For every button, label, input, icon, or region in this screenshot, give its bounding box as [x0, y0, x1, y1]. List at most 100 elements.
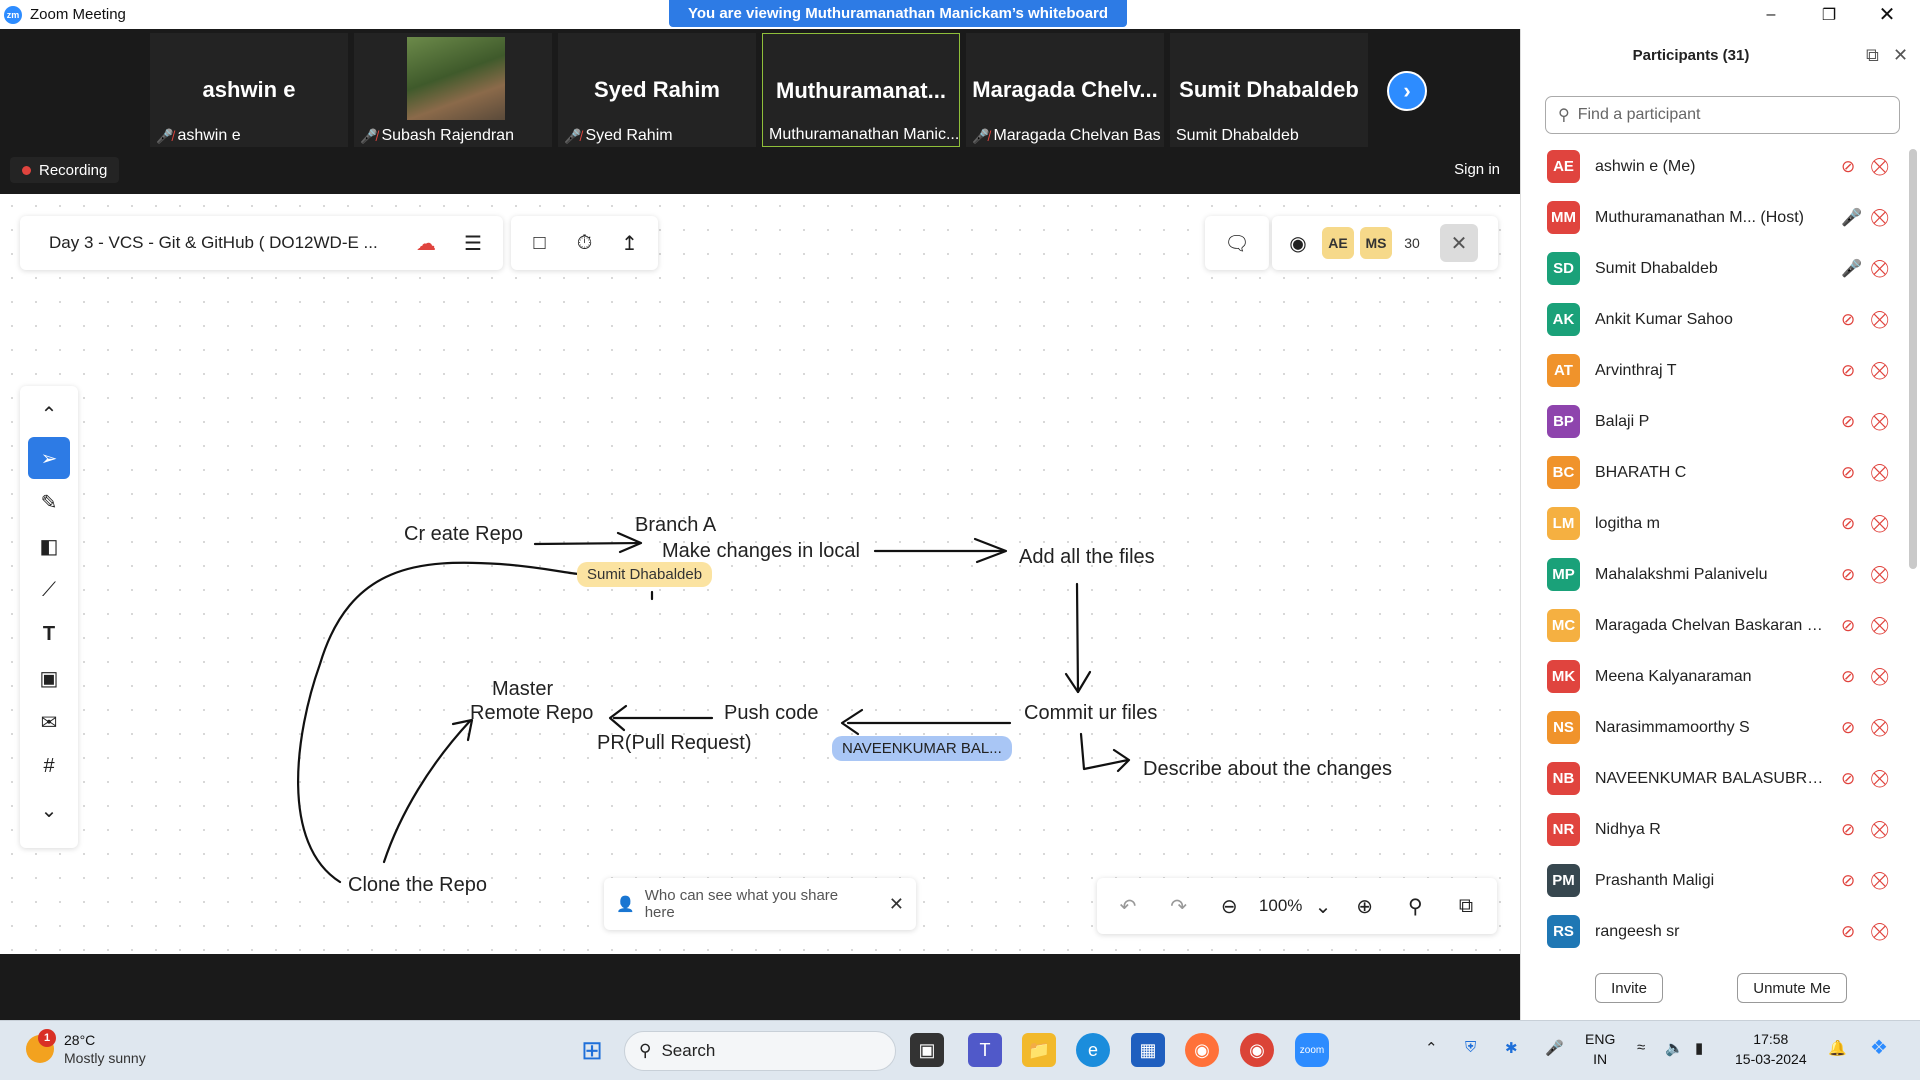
- laser-pointer-icon[interactable]: ↥: [609, 222, 651, 264]
- mic-muted-icon[interactable]: ⊘: [1841, 616, 1855, 636]
- video-off-icon[interactable]: ⛒: [1871, 820, 1888, 840]
- firefox-icon[interactable]: ◉: [1185, 1033, 1219, 1067]
- video-off-icon[interactable]: ⛒: [1871, 667, 1888, 687]
- video-tile[interactable]: 🎤̸ Subash Rajendran: [354, 33, 552, 147]
- sticky-note-icon[interactable]: ▣: [28, 657, 70, 699]
- mic-muted-icon[interactable]: ⊘: [1841, 463, 1855, 483]
- close-notice-icon[interactable]: ✕: [889, 894, 904, 915]
- bluetooth-icon[interactable]: ✱: [1505, 1039, 1518, 1057]
- participant-row[interactable]: MM Muthuramanathan M... (Host) 🎤 ⛒: [1521, 192, 1906, 243]
- video-off-icon[interactable]: ⛒: [1871, 259, 1888, 279]
- mic-muted-icon[interactable]: ⊘: [1841, 820, 1855, 840]
- timer-icon[interactable]: ⏱: [564, 222, 606, 264]
- mic-muted-icon[interactable]: ⊘: [1841, 412, 1855, 432]
- cloud-sync-off-icon[interactable]: ☁: [405, 222, 447, 264]
- close-whiteboard-icon[interactable]: ✕: [1440, 224, 1478, 262]
- participant-row[interactable]: PM Prashanth Maligi ⊘ ⛒: [1521, 855, 1906, 906]
- participant-row[interactable]: AT Arvinthraj T ⊘ ⛒: [1521, 345, 1906, 396]
- mic-muted-icon[interactable]: ⊘: [1841, 514, 1855, 534]
- whiteboard-canvas[interactable]: Cr eate Repo Branch A Make changes in lo…: [0, 194, 1520, 954]
- chevron-down-icon[interactable]: ⌄: [1311, 885, 1335, 927]
- video-off-icon[interactable]: ⛒: [1871, 718, 1888, 738]
- clock[interactable]: 17:58 15-03-2024: [1735, 1029, 1807, 1069]
- line-tool-icon[interactable]: ⟋: [28, 569, 70, 611]
- task-view-icon[interactable]: ▣: [910, 1033, 944, 1067]
- volume-icon[interactable]: 🔈: [1665, 1039, 1684, 1057]
- text-tool-icon[interactable]: T: [28, 613, 70, 655]
- video-tile[interactable]: Syed Rahim 🎤̸ Syed Rahim: [558, 33, 756, 147]
- pop-out-icon[interactable]: ⧉: [1866, 45, 1879, 66]
- zoom-app-icon[interactable]: zoom: [1295, 1033, 1329, 1067]
- frame-tool-icon[interactable]: #: [28, 745, 70, 787]
- battery-icon[interactable]: ▮: [1695, 1039, 1703, 1057]
- video-off-icon[interactable]: ⛒: [1871, 463, 1888, 483]
- restore-button[interactable]: ❐: [1800, 0, 1858, 29]
- language-indicator[interactable]: ENG IN: [1585, 1029, 1615, 1069]
- follow-view-icon[interactable]: ◉: [1280, 222, 1316, 264]
- participant-row[interactable]: RS rangeesh sr ⊘ ⛒: [1521, 906, 1906, 957]
- locate-icon[interactable]: ⚲: [1394, 885, 1436, 927]
- edge-icon[interactable]: e: [1076, 1033, 1110, 1067]
- video-off-icon[interactable]: ⛒: [1871, 157, 1888, 177]
- present-icon[interactable]: □: [519, 222, 561, 264]
- select-tool-icon[interactable]: ➢: [28, 437, 70, 479]
- pen-tool-icon[interactable]: ✎: [28, 481, 70, 523]
- collaborator-avatar[interactable]: AE: [1322, 227, 1354, 259]
- video-off-icon[interactable]: ⛒: [1871, 565, 1888, 585]
- copilot-icon[interactable]: ❖: [1870, 1035, 1888, 1060]
- collaborator-avatar[interactable]: MS: [1360, 227, 1392, 259]
- redo-icon[interactable]: ↷: [1158, 885, 1200, 927]
- mic-muted-icon[interactable]: ⊘: [1841, 565, 1855, 585]
- participant-row[interactable]: MP Mahalakshmi Palanivelu ⊘ ⛒: [1521, 549, 1906, 600]
- video-off-icon[interactable]: ⛒: [1871, 769, 1888, 789]
- scrollbar[interactable]: [1909, 149, 1917, 569]
- participant-search[interactable]: ⚲: [1545, 96, 1900, 134]
- mic-muted-icon[interactable]: ⊘: [1841, 718, 1855, 738]
- invite-button[interactable]: Invite: [1595, 973, 1663, 1003]
- mic-muted-icon[interactable]: ⊘: [1841, 157, 1855, 177]
- defender-icon[interactable]: ⛨: [1465, 1039, 1476, 1056]
- minimize-button[interactable]: –: [1742, 0, 1800, 29]
- mic-muted-icon[interactable]: ⊘: [1841, 310, 1855, 330]
- search-input[interactable]: [1577, 106, 1878, 124]
- document-title[interactable]: Day 3 - VCS - Git & GitHub ( DO12WD-E ..…: [49, 233, 378, 253]
- close-panel-icon[interactable]: ✕: [1893, 45, 1908, 66]
- participant-row[interactable]: BC BHARATH C ⊘ ⛒: [1521, 447, 1906, 498]
- unmute-me-button[interactable]: Unmute Me: [1737, 973, 1847, 1003]
- show-hidden-icons[interactable]: ⌃: [1425, 1039, 1438, 1057]
- video-off-icon[interactable]: ⛒: [1871, 208, 1888, 228]
- video-off-icon[interactable]: ⛒: [1871, 361, 1888, 381]
- mic-muted-icon[interactable]: ⊘: [1841, 922, 1855, 942]
- video-tile[interactable]: ashwin e 🎤̸ ashwin e: [150, 33, 348, 147]
- participant-row[interactable]: MK Meena Kalyanaraman ⊘ ⛒: [1521, 651, 1906, 702]
- next-page-arrow-icon[interactable]: ›: [1387, 71, 1427, 111]
- mic-icon[interactable]: 🎤: [1841, 208, 1862, 228]
- weather-widget[interactable]: 1 28°C Mostly sunny: [26, 1029, 146, 1067]
- recording-indicator[interactable]: Recording: [10, 157, 120, 183]
- share-visibility-notice[interactable]: 👤 Who can see what you share here ✕: [604, 878, 916, 930]
- undo-icon[interactable]: ↶: [1107, 885, 1149, 927]
- comment-icon[interactable]: 🗨: [1216, 222, 1258, 264]
- zoom-level[interactable]: 100%: [1259, 896, 1302, 916]
- video-off-icon[interactable]: ⛒: [1871, 514, 1888, 534]
- notifications-icon[interactable]: 🔔: [1828, 1039, 1847, 1057]
- mic-muted-icon[interactable]: ⊘: [1841, 667, 1855, 687]
- close-window-button[interactable]: ✕: [1858, 0, 1916, 29]
- video-tile[interactable]: Maragada Chelv... 🎤̸ Maragada Chelvan Bas…: [966, 33, 1164, 147]
- participant-row[interactable]: AE ashwin e (Me) ⊘ ⛒: [1521, 141, 1906, 192]
- taskbar-search[interactable]: ⚲ Search: [624, 1031, 896, 1071]
- video-off-icon[interactable]: ⛒: [1871, 412, 1888, 432]
- participant-row[interactable]: SD Sumit Dhabaldeb 🎤 ⛒: [1521, 243, 1906, 294]
- participant-row[interactable]: BP Balaji P ⊘ ⛒: [1521, 396, 1906, 447]
- shapes-tool-icon[interactable]: ◧: [28, 525, 70, 567]
- video-tile[interactable]: Sumit Dhabaldeb Sumit Dhabaldeb: [1170, 33, 1368, 147]
- microphone-icon[interactable]: 🎤: [1545, 1039, 1564, 1057]
- collaborator-count[interactable]: 30: [1398, 235, 1426, 251]
- collapse-up-icon[interactable]: ⌃: [28, 393, 70, 435]
- mic-muted-icon[interactable]: ⊘: [1841, 769, 1855, 789]
- expand-down-icon[interactable]: ⌄: [28, 789, 70, 831]
- wifi-icon[interactable]: ≈: [1637, 1039, 1645, 1056]
- participant-row[interactable]: LM logitha m ⊘ ⛒: [1521, 498, 1906, 549]
- pages-icon[interactable]: ⧉: [1445, 885, 1487, 927]
- video-off-icon[interactable]: ⛒: [1871, 616, 1888, 636]
